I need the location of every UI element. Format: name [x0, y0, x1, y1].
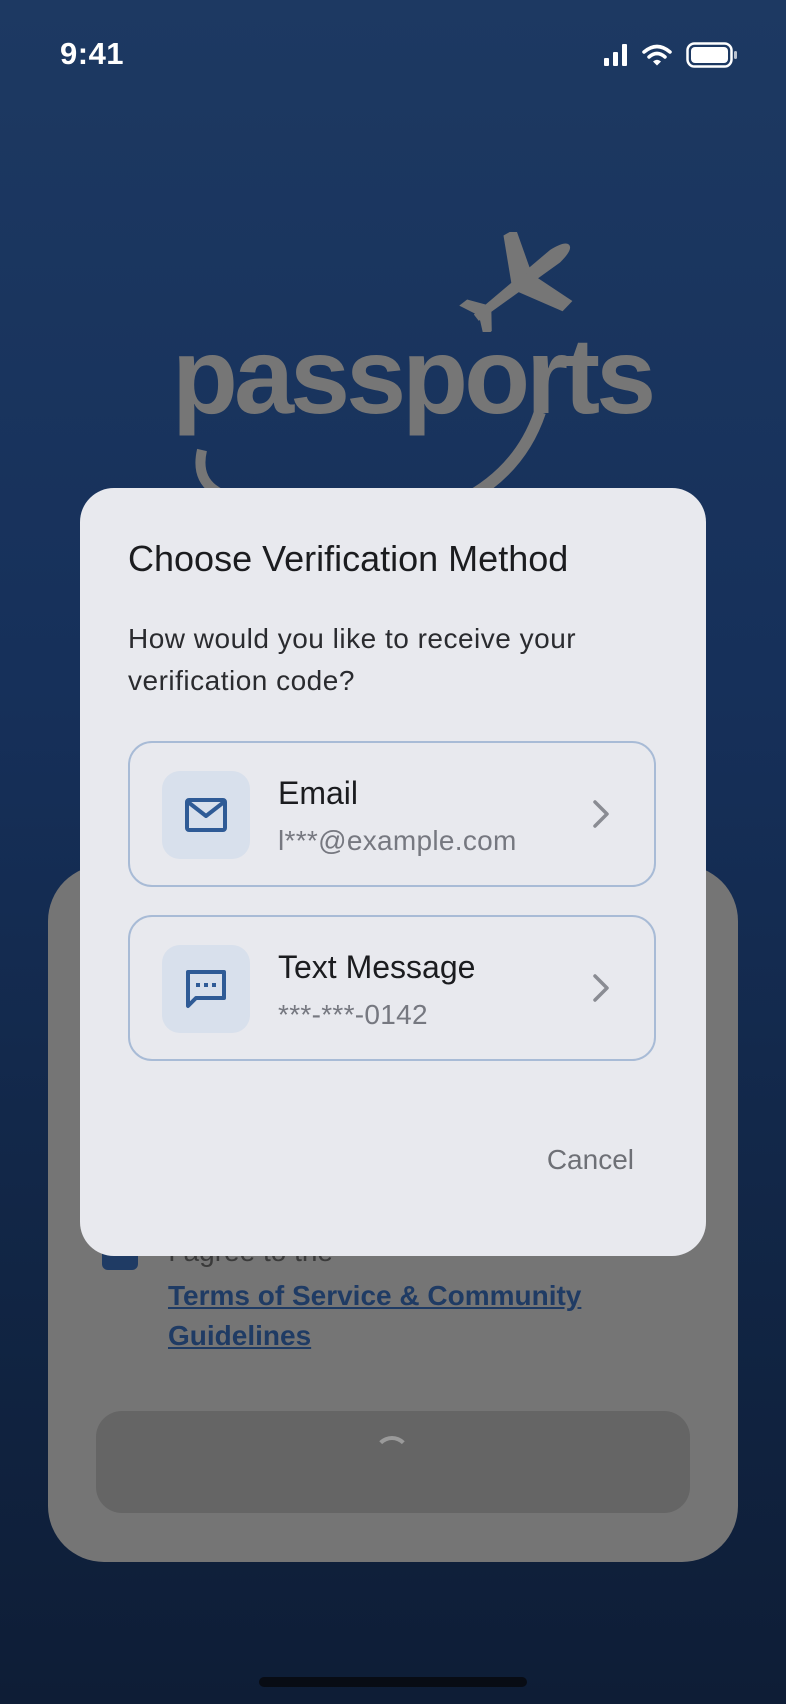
status-time: 9:41 — [60, 36, 125, 71]
text-message-option-title: Text Message — [278, 949, 476, 985]
dialog-title: Choose Verification Method — [128, 538, 569, 579]
sms-icon-container — [162, 945, 250, 1033]
dialog-message: How would you like to receive your verif… — [128, 623, 577, 696]
email-icon-container — [162, 771, 250, 859]
message-icon — [186, 970, 226, 1008]
status-bar: 9:41 — [0, 0, 786, 110]
email-option-address: l***@example.com — [278, 825, 517, 856]
wifi-icon — [642, 44, 672, 66]
text-message-option[interactable]: Text Message ***-***-0142 — [128, 915, 656, 1061]
email-option[interactable]: Email l***@example.com — [128, 741, 656, 887]
cellular-signal-icon — [604, 44, 627, 66]
terms-link[interactable]: Terms of Service & Community Guidelines — [168, 1276, 608, 1356]
cancel-button[interactable]: Cancel — [547, 1144, 634, 1176]
verification-dialog: Choose Verification Method How would you… — [80, 488, 706, 1256]
battery-icon — [686, 42, 737, 68]
loading-spinner — [374, 1436, 410, 1472]
passports-logo: passports — [160, 232, 656, 502]
envelope-icon — [185, 798, 227, 832]
email-option-title: Email — [278, 775, 359, 811]
chevron-right-icon — [593, 800, 609, 828]
home-indicator[interactable] — [259, 1677, 527, 1687]
chevron-right-icon — [593, 974, 609, 1002]
status-icons — [604, 42, 738, 68]
text-message-option-phone: ***-***-0142 — [278, 999, 428, 1030]
